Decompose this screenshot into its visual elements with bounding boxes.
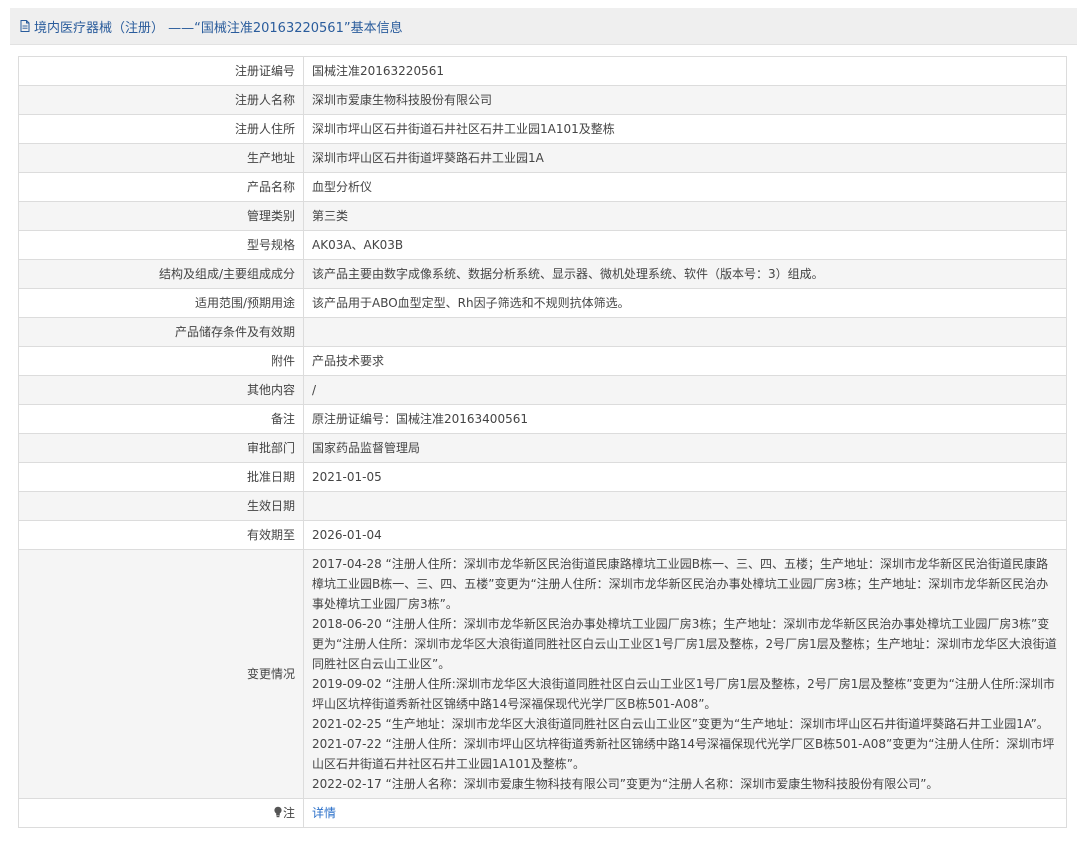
change-entry: 2018-06-20 “注册人住所：深圳市龙华新区民治办事处樟坑工业园厂房3栋；… — [312, 617, 1057, 671]
field-label: 注册人住所 — [18, 114, 304, 144]
field-label: 适用范围/预期用途 — [18, 288, 304, 318]
table-row: 结构及组成/主要组成成分 该产品主要由数字成像系统、数据分析系统、显示器、微机处… — [18, 259, 1067, 289]
note-label-cell: 注 — [18, 798, 304, 828]
table-row: 管理类别 第三类 — [18, 201, 1067, 231]
field-label: 批准日期 — [18, 462, 304, 492]
note-row: 注 详情 — [18, 798, 1067, 828]
field-value — [303, 491, 1067, 521]
note-label: 注 — [282, 806, 295, 820]
field-value: 2021-01-05 — [303, 462, 1067, 492]
field-value — [303, 317, 1067, 347]
field-label: 注册人名称 — [18, 85, 304, 115]
table-row: 适用范围/预期用途 该产品用于ABO血型定型、Rh因子筛选和不规则抗体筛选。 — [18, 288, 1067, 318]
change-entry: 2022-02-17 “注册人名称：深圳市爱康生物科技有限公司”变更为“注册人名… — [312, 777, 939, 791]
field-value: 深圳市坪山区石井街道石井社区石井工业园1A101及整栋 — [303, 114, 1067, 144]
field-value: / — [303, 375, 1067, 405]
field-value: 第三类 — [303, 201, 1067, 231]
change-history-list: 2017-04-28 “注册人住所：深圳市龙华新区民治街道民康路樟坑工业园B栋一… — [303, 549, 1067, 799]
note-value-cell: 详情 — [303, 798, 1067, 828]
table-row: 型号规格 AK03A、AK03B — [18, 230, 1067, 260]
field-label: 备注 — [18, 404, 304, 434]
field-label: 有效期至 — [18, 520, 304, 550]
table-row: 注册证编号 国械注准20163220561 — [18, 56, 1067, 86]
field-label: 生产地址 — [18, 143, 304, 173]
field-value: 深圳市爱康生物科技股份有限公司 — [303, 85, 1067, 115]
table-row: 有效期至 2026-01-04 — [18, 520, 1067, 550]
change-entry: 2021-02-25 “生产地址：深圳市龙华区大浪街道同胜社区白云山工业区”变更… — [312, 717, 1049, 731]
field-value: 原注册证编号：国械注准20163400561 — [303, 404, 1067, 434]
field-label: 产品储存条件及有效期 — [18, 317, 304, 347]
info-panel: 注册证编号 国械注准20163220561 注册人名称 深圳市爱康生物科技股份有… — [18, 56, 1067, 828]
change-entry: 2021-07-22 “注册人住所：深圳市坪山区坑梓街道秀新社区锦绣中路14号深… — [312, 737, 1055, 771]
field-label: 变更情况 — [18, 549, 304, 799]
field-label: 其他内容 — [18, 375, 304, 405]
field-value: 该产品用于ABO血型定型、Rh因子筛选和不规则抗体筛选。 — [303, 288, 1067, 318]
table-row: 审批部门 国家药品监督管理局 — [18, 433, 1067, 463]
table-row: 注册人名称 深圳市爱康生物科技股份有限公司 — [18, 85, 1067, 115]
change-entry: 2019-09-02 “注册人住所:深圳市龙华区大浪街道同胜社区白云山工业区1号… — [312, 677, 1055, 711]
lightbulb-icon — [273, 804, 283, 818]
table-row: 批准日期 2021-01-05 — [18, 462, 1067, 492]
table-row: 附件 产品技术要求 — [18, 346, 1067, 376]
field-value: 国家药品监督管理局 — [303, 433, 1067, 463]
field-label: 型号规格 — [18, 230, 304, 260]
table-row: 备注 原注册证编号：国械注准20163400561 — [18, 404, 1067, 434]
change-history-row: 变更情况 2017-04-28 “注册人住所：深圳市龙华新区民治街道民康路樟坑工… — [18, 549, 1067, 799]
change-entry: 2017-04-28 “注册人住所：深圳市龙华新区民治街道民康路樟坑工业园B栋一… — [312, 557, 1049, 611]
field-value: 2026-01-04 — [303, 520, 1067, 550]
field-label: 注册证编号 — [18, 56, 304, 86]
info-table: 注册证编号 国械注准20163220561 注册人名称 深圳市爱康生物科技股份有… — [18, 56, 1067, 828]
field-label: 生效日期 — [18, 491, 304, 521]
field-value: 国械注准20163220561 — [303, 56, 1067, 86]
field-label: 结构及组成/主要组成成分 — [18, 259, 304, 289]
page-title-bar: 境内医疗器械（注册） ——“国械注准20163220561”基本信息 — [10, 8, 1077, 45]
table-row: 注册人住所 深圳市坪山区石井街道石井社区石井工业园1A101及整栋 — [18, 114, 1067, 144]
details-link[interactable]: 详情 — [312, 806, 336, 820]
table-row: 生产地址 深圳市坪山区石井街道坪葵路石井工业园1A — [18, 143, 1067, 173]
table-row: 产品储存条件及有效期 — [18, 317, 1067, 347]
page-title: 境内医疗器械（注册） ——“国械注准20163220561”基本信息 — [34, 20, 403, 36]
table-row: 产品名称 血型分析仪 — [18, 172, 1067, 202]
table-row: 生效日期 — [18, 491, 1067, 521]
field-value: 该产品主要由数字成像系统、数据分析系统、显示器、微机处理系统、软件（版本号：3）… — [303, 259, 1067, 289]
info-table-body: 注册证编号 国械注准20163220561 注册人名称 深圳市爱康生物科技股份有… — [18, 56, 1067, 828]
field-value: AK03A、AK03B — [303, 230, 1067, 260]
field-value: 血型分析仪 — [303, 172, 1067, 202]
field-label: 产品名称 — [18, 172, 304, 202]
field-value: 深圳市坪山区石井街道坪葵路石井工业园1A — [303, 143, 1067, 173]
field-value: 产品技术要求 — [303, 346, 1067, 376]
page: 境内医疗器械（注册） ——“国械注准20163220561”基本信息 注册证编号… — [0, 0, 1077, 861]
field-label: 管理类别 — [18, 201, 304, 231]
field-label: 附件 — [18, 346, 304, 376]
field-label: 审批部门 — [18, 433, 304, 463]
document-icon — [18, 19, 32, 33]
table-row: 其他内容 / — [18, 375, 1067, 405]
